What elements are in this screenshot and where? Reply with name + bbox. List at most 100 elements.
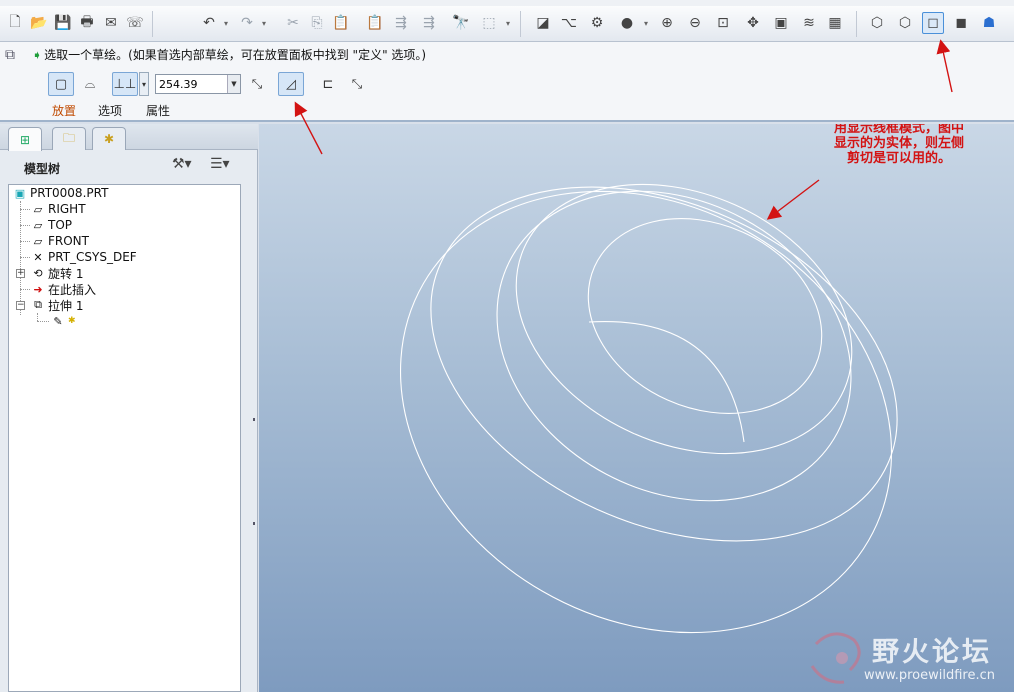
- datum-plane-icon: ▱: [33, 202, 43, 216]
- tree-item-label: FRONT: [48, 234, 89, 248]
- send-icon[interactable]: ✉: [100, 12, 122, 34]
- navigator-tabs: ⊞ 🗀 ✱: [0, 124, 258, 151]
- watermark-url: www.proewildfire.cn: [864, 668, 995, 683]
- expand-icon[interactable]: +: [16, 269, 25, 278]
- surface-button[interactable]: ⌓: [77, 72, 103, 96]
- layers-icon[interactable]: ≋: [798, 12, 820, 34]
- cut-edge: [588, 320, 745, 443]
- tab-options[interactable]: 选项: [98, 102, 122, 119]
- datum-plane-icon: ▱: [33, 218, 43, 232]
- annotation-line: 剪切是可以用的。: [847, 151, 952, 166]
- tree-item-label: RIGHT: [48, 202, 86, 216]
- middle-edge-front: [496, 190, 852, 502]
- email-icon[interactable]: ☏: [124, 12, 146, 34]
- regenerate-manager-icon[interactable]: ⇶: [418, 12, 440, 34]
- tab-folder-browser[interactable]: 🗀: [52, 127, 86, 150]
- select-box-icon[interactable]: ⬚: [478, 12, 500, 34]
- chevron-down-icon[interactable]: ▾: [260, 12, 268, 34]
- tree-item-revolve[interactable]: ⟲ 旋转 1: [31, 265, 83, 281]
- tab-model-tree[interactable]: ⊞: [8, 127, 42, 151]
- save-icon[interactable]: 💾: [52, 12, 74, 34]
- extrude-dashboard: ⧉ ➧ 选取一个草绘。(如果首选内部草绘，可在放置面板中找到 "定义" 选项。) …: [0, 42, 1014, 122]
- tree-item-csys[interactable]: ✕ PRT_CSYS_DEF: [31, 249, 137, 265]
- model-tree-title: 模型树: [24, 162, 61, 176]
- saved-views-icon[interactable]: ▣: [770, 12, 792, 34]
- depth-option-dropdown[interactable]: ▾: [139, 72, 149, 96]
- tree-item-root[interactable]: ▣ PRT0008.PRT: [13, 185, 109, 201]
- view-mode-icon[interactable]: ◪: [532, 12, 554, 34]
- chevron-down-icon[interactable]: ▾: [504, 12, 512, 34]
- spin-center-icon[interactable]: ⚙: [586, 12, 608, 34]
- remove-material-icon: ◿: [286, 76, 296, 92]
- view-manager-icon[interactable]: ▦: [824, 12, 846, 34]
- extrude-icon: ⧉: [34, 298, 42, 311]
- part-icon: ▣: [14, 186, 26, 200]
- chevron-down-icon[interactable]: ▾: [642, 12, 650, 34]
- model-tree-icon: ⊞: [19, 132, 31, 147]
- appearance-icon[interactable]: ●: [616, 12, 638, 34]
- prompt-arrow-icon: ➧: [32, 48, 43, 62]
- tree-item-sketch[interactable]: ✎ ✱: [51, 313, 76, 329]
- depth-value-dropdown[interactable]: ▼: [227, 75, 240, 93]
- depth-option-button[interactable]: ⊥⊥: [112, 72, 138, 96]
- flip-direction-button[interactable]: ⤡: [244, 72, 270, 96]
- undo-icon[interactable]: ↶: [198, 12, 220, 34]
- cut-icon[interactable]: ✂: [282, 12, 304, 34]
- no-hidden-icon[interactable]: ◻: [922, 12, 944, 34]
- paste-icon[interactable]: 📋: [330, 12, 352, 34]
- tree-item-insert-here[interactable]: ➜ 在此插入: [31, 281, 96, 297]
- reorient-icon[interactable]: ✥: [742, 12, 764, 34]
- favorites-icon: ✱: [103, 132, 115, 146]
- tree-show-icon[interactable]: ☰▾: [210, 156, 230, 172]
- graphics-window[interactable]: 用显示线框模式，图中 显示的为实体，则左侧 剪切是可以用的。 野火论坛 www.…: [259, 124, 1014, 692]
- navigator-panel: ⊞ 🗀 ✱ 模型树 ⚒▾ ☰▾ ▣ PRT0008.PRT ▱ RIGHT ▱ TOP…: [0, 124, 258, 692]
- new-feature-icon: ✱: [68, 316, 76, 326]
- open-icon[interactable]: 📂: [28, 12, 50, 34]
- tab-properties[interactable]: 属性: [146, 102, 170, 119]
- toolbar-separator: [152, 11, 153, 37]
- paste-special-icon[interactable]: 📋: [364, 12, 386, 34]
- watermark-title: 野火论坛: [872, 637, 992, 668]
- thicken-button[interactable]: ⊏: [315, 72, 341, 96]
- tree-item-label: PRT_CSYS_DEF: [48, 250, 137, 264]
- folder-icon: 🗀: [62, 130, 75, 145]
- copy-icon[interactable]: ⎘: [306, 12, 328, 34]
- new-icon[interactable]: 🗋: [4, 12, 26, 34]
- toolbar-separator: [520, 11, 521, 37]
- inner-hole-edge: [587, 218, 823, 414]
- tree-item-front[interactable]: ▱ FRONT: [31, 233, 89, 249]
- shading-icon[interactable]: ◼: [950, 12, 972, 34]
- tree-item-label: 在此插入: [48, 282, 97, 297]
- middle-edge-back: [515, 183, 853, 455]
- find-icon[interactable]: 🔭: [450, 12, 472, 34]
- refit-icon[interactable]: ⊡: [712, 12, 734, 34]
- remove-material-button[interactable]: ◿: [278, 72, 304, 96]
- annotation-line: 显示的为实体，则左侧: [834, 136, 965, 151]
- datum-icon[interactable]: ⌥: [558, 12, 580, 34]
- tree-item-label: TOP: [48, 218, 73, 232]
- flip-material-icon: ⤡: [351, 76, 363, 92]
- tree-item-extrude[interactable]: ⧉ 拉伸 1: [31, 297, 83, 313]
- solid-icon: ▢: [54, 76, 68, 92]
- zoom-in-icon[interactable]: ⊕: [656, 12, 678, 34]
- zoom-out-icon[interactable]: ⊖: [684, 12, 706, 34]
- regenerate-icon[interactable]: ⇶: [390, 12, 412, 34]
- collapse-icon[interactable]: −: [16, 301, 25, 310]
- splitter-handle[interactable]: [250, 476, 258, 576]
- insert-arrow-icon: ➜: [33, 282, 43, 296]
- tab-placement[interactable]: 放置: [52, 102, 76, 119]
- solid-button[interactable]: ▢: [48, 72, 74, 96]
- redo-icon[interactable]: ↷: [236, 12, 258, 34]
- tab-favorites[interactable]: ✱: [92, 127, 126, 150]
- tree-settings-icon[interactable]: ⚒▾: [172, 156, 192, 172]
- chevron-down-icon[interactable]: ▾: [222, 12, 230, 34]
- model-tree-icon[interactable]: ☗: [978, 12, 1000, 34]
- annotation-text: 用显示线框模式，图中 显示的为实体，则左侧 剪切是可以用的。: [834, 124, 964, 166]
- tree-item-right[interactable]: ▱ RIGHT: [31, 201, 86, 217]
- splitter-handle[interactable]: [250, 372, 258, 472]
- flip-material-button[interactable]: ⤡: [344, 72, 370, 96]
- hidden-line-icon[interactable]: ⬡: [894, 12, 916, 34]
- tree-item-top[interactable]: ▱ TOP: [31, 217, 72, 233]
- print-icon[interactable]: 🖶: [76, 12, 98, 34]
- wireframe-icon[interactable]: ⬡: [866, 12, 888, 34]
